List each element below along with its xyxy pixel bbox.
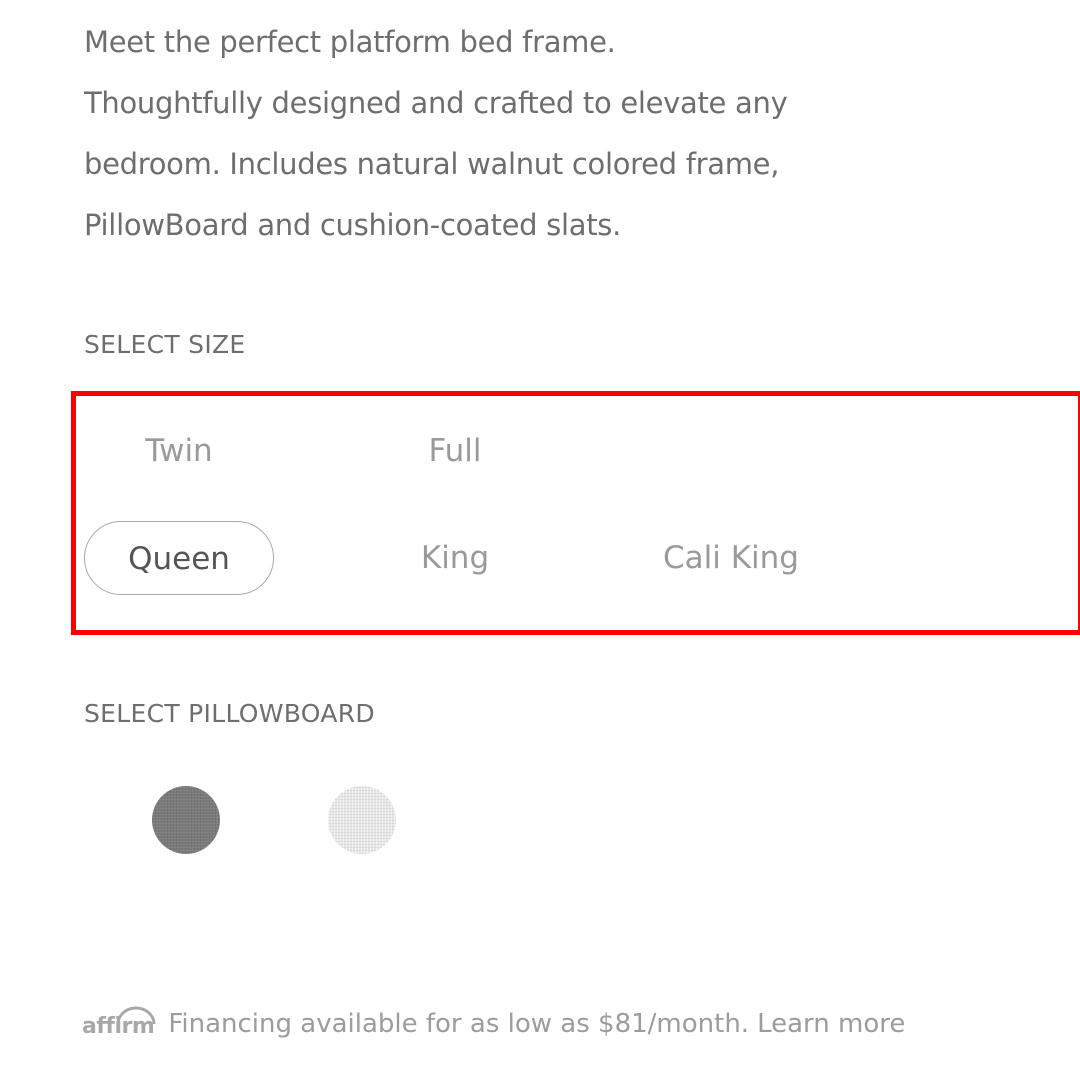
select-size-label: SELECT SIZE bbox=[84, 330, 246, 359]
size-option-king[interactable]: King bbox=[360, 521, 550, 595]
size-option-full[interactable]: Full bbox=[360, 414, 550, 488]
select-pillowboard-label: SELECT PILLOWBOARD bbox=[84, 699, 375, 728]
financing-banner: affirm Financing available for as low as… bbox=[82, 1006, 905, 1039]
pillowboard-swatch-white[interactable] bbox=[328, 786, 396, 854]
financing-text: Financing available for as low as $81/mo… bbox=[168, 1008, 750, 1039]
size-option-twin[interactable]: Twin bbox=[84, 414, 274, 488]
description-line: Thoughtfully designed and crafted to ele… bbox=[84, 86, 788, 120]
pillowboard-swatch-charcoal[interactable] bbox=[152, 786, 220, 854]
description-line: Meet the perfect platform bed frame. bbox=[84, 25, 616, 59]
affirm-logo: affirm bbox=[82, 1006, 156, 1039]
description-line: PillowBoard and cushion-coated slats. bbox=[84, 208, 621, 242]
description-line: bedroom. Includes natural walnut colored… bbox=[84, 147, 780, 181]
learn-more-link[interactable]: Learn more bbox=[757, 1009, 905, 1039]
size-option-cali-king[interactable]: Cali King bbox=[636, 521, 826, 595]
size-option-queen[interactable]: Queen bbox=[84, 521, 274, 595]
affirm-arc-icon bbox=[116, 1006, 156, 1025]
product-description: Meet the perfect platform bed frame. Tho… bbox=[84, 12, 904, 256]
